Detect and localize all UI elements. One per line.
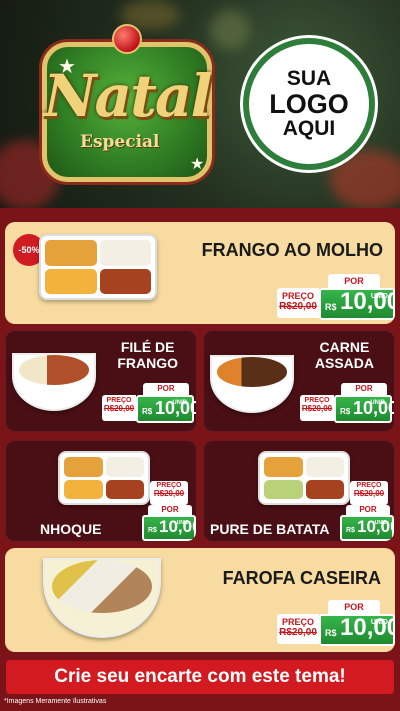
preco-label: PREÇO: [281, 291, 314, 301]
preco-label: PREÇO: [356, 482, 382, 489]
food-portion: [305, 457, 344, 477]
old-price: R$20,00: [103, 404, 135, 413]
por-label: POR: [148, 505, 192, 515]
header-banner: ★ ★ Natal Especial SUA LOGO AQUI: [0, 0, 400, 208]
preco-label: PREÇO: [106, 397, 132, 404]
food-plate-image: [12, 353, 96, 411]
food-portion: [51, 560, 153, 614]
natal-especial-badge: ★ ★ Natal Especial: [22, 24, 232, 192]
product-name-line: FILÉ DE: [120, 339, 175, 355]
por-label: POR: [341, 383, 387, 395]
current-price: R$ 10,00 UNID: [142, 515, 196, 541]
product-card-carne-assada[interactable]: CARNE ASSADA POR PREÇO R$20,00 R$ 10,00 …: [203, 330, 395, 432]
currency: R$: [325, 628, 337, 638]
product-name-line: CARNE: [319, 339, 370, 355]
logo-placeholder[interactable]: SUA LOGO AQUI: [243, 38, 375, 170]
food-portion: [45, 268, 97, 294]
por-label: POR: [143, 383, 189, 395]
current-price: R$ 10,00 UNID: [334, 395, 394, 423]
badge-subtitle: Especial: [80, 132, 160, 152]
food-portion: [216, 357, 288, 387]
food-portion: [105, 457, 144, 477]
old-price: R$20,00: [301, 404, 333, 413]
product-name: CARNE ASSADA: [315, 339, 374, 371]
por-label: POR: [346, 505, 390, 515]
old-price: R$20,00: [353, 489, 385, 498]
logo-text-line: AQUI: [282, 117, 336, 141]
food-tray-image: [58, 451, 150, 505]
current-price: R$ 10,00 UNID: [340, 515, 394, 541]
food-tray-image: [39, 234, 157, 300]
por-label: POR: [328, 274, 380, 288]
logo-text-line: LOGO: [269, 88, 349, 119]
old-price-box: PREÇO R$20,00: [300, 395, 334, 421]
por-label: POR: [328, 600, 380, 614]
unit-label: UNID: [374, 520, 387, 526]
product-card-farofa-caseira[interactable]: FAROFA CASEIRA POR PREÇO R$20,00 R$ 10,0…: [5, 548, 395, 652]
preco-label: PREÇO: [281, 617, 314, 627]
old-price: R$20,00: [279, 627, 317, 638]
unit-label: UNID: [370, 293, 388, 300]
food-bowl-image: [43, 558, 161, 638]
unit-label: UNID: [176, 520, 189, 526]
food-portion: [45, 240, 97, 266]
disclaimer-note: *Imagens Meramente Ilustrativas: [4, 698, 107, 705]
current-price: R$ 10,00 UNID: [319, 614, 395, 646]
food-portion: [305, 479, 344, 499]
product-name-line: FRANGO: [117, 355, 178, 372]
unit-label: UNID: [370, 619, 388, 626]
food-portion: [264, 457, 303, 477]
preco-label: PREÇO: [304, 397, 330, 404]
food-portion: [99, 240, 151, 266]
food-portion: [18, 355, 90, 385]
product-name: FAROFA CASEIRA: [222, 568, 381, 588]
old-price-box: PREÇO R$20,00: [102, 395, 136, 421]
currency: R$: [340, 407, 351, 416]
current-price: R$ 10,00 UNID: [136, 395, 196, 423]
currency: R$: [325, 302, 337, 312]
product-card-pure-de-batata[interactable]: PURE DE BATATA PREÇO R$20,00 POR R$ 10,0…: [203, 440, 395, 542]
old-price: R$20,00: [279, 301, 317, 312]
christmas-ornament-icon: [112, 24, 142, 54]
currency: R$: [148, 527, 157, 534]
product-card-file-de-frango[interactable]: FILÉ DE FRANGO POR PREÇO R$20,00 R$ 10,0…: [5, 330, 197, 432]
unit-label: UNID: [172, 400, 187, 406]
currency: R$: [142, 407, 153, 416]
food-plate-image: [210, 355, 294, 413]
product-card-nhoque[interactable]: NHOQUE PREÇO R$20,00 POR R$ 10,00 UNID: [5, 440, 197, 542]
food-portion: [105, 479, 144, 499]
current-price: R$ 10,00 UNID: [319, 288, 395, 320]
product-name: PURE DE BATATA: [210, 521, 330, 537]
food-portion: [64, 457, 103, 477]
preco-label: PREÇO: [156, 482, 182, 489]
product-name: FRANGO AO MOLHO: [201, 240, 383, 260]
product-card-frango-ao-molho[interactable]: -50% FRANGO AO MOLHO POR PREÇO R$20,00 R…: [5, 222, 395, 324]
old-price-box: PREÇO R$20,00: [350, 481, 388, 505]
product-name: FILÉ DE FRANGO: [117, 339, 178, 371]
logo-text-line: SUA: [286, 66, 332, 90]
old-price-box: PREÇO R$20,00: [150, 481, 188, 505]
food-portion: [64, 479, 103, 499]
food-portion: [264, 479, 303, 499]
food-tray-image: [258, 451, 350, 505]
currency: R$: [346, 527, 355, 534]
unit-label: UNID: [370, 400, 385, 406]
old-price-box: PREÇO R$20,00: [277, 614, 319, 644]
product-name-line: ASSADA: [314, 355, 374, 372]
badge-title: Natal: [43, 62, 212, 130]
old-price-box: PREÇO R$20,00: [277, 288, 319, 318]
old-price: R$20,00: [153, 489, 185, 498]
star-icon: ★: [190, 156, 205, 173]
cta-banner[interactable]: Crie seu encarte com este tema!: [6, 660, 394, 694]
product-name: NHOQUE: [40, 521, 102, 537]
food-portion: [99, 268, 151, 294]
